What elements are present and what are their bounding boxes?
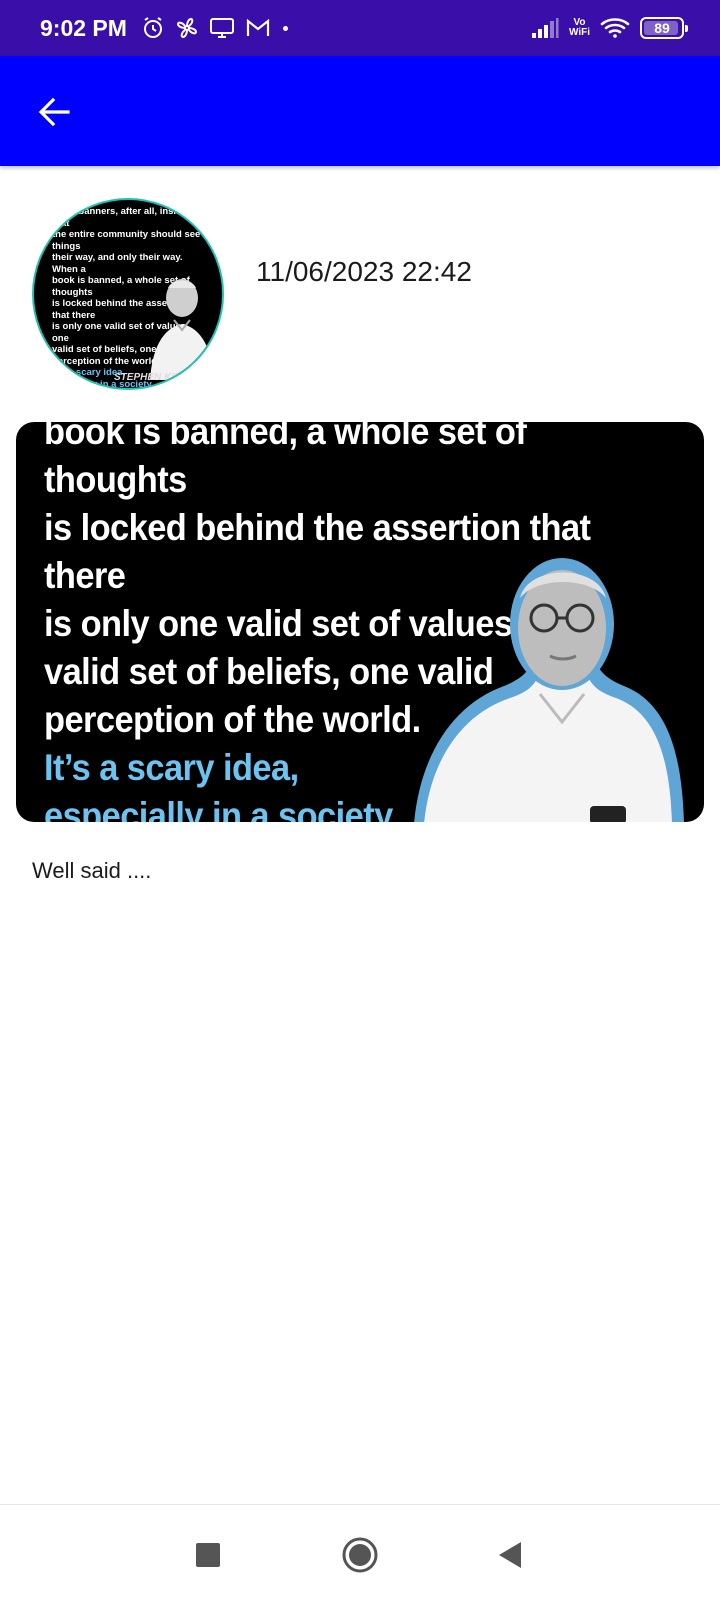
gmail-icon <box>246 18 270 36</box>
system-icons: Vo WiFi 89 <box>531 17 688 39</box>
vowifi-bottom: WiFi <box>568 27 590 38</box>
post-caption: Well said .... <box>32 858 152 883</box>
wifi-icon <box>600 18 630 38</box>
alarm-icon <box>143 17 162 38</box>
home-button[interactable] <box>338 1533 382 1577</box>
recents-button[interactable] <box>186 1533 230 1577</box>
status-time: 9:02 PM <box>40 14 127 41</box>
app-bar <box>0 56 720 166</box>
post-image[interactable]: book is banned, a whole set of thoughts i… <box>16 422 704 822</box>
square-icon <box>196 1543 220 1567</box>
fan-icon <box>176 17 197 39</box>
battery-indicator: 89 <box>640 17 688 39</box>
post-date: 11/06/2023 22:42 <box>256 256 472 287</box>
notification-icons <box>141 16 271 40</box>
avatar-signature: STEPHEN KING <box>114 372 190 383</box>
avatar-quote-line: the entire community should see things <box>52 229 201 252</box>
signal-icon <box>531 18 559 38</box>
system-back-button[interactable] <box>488 1533 532 1577</box>
back-button[interactable] <box>30 88 78 136</box>
triangle-back-icon <box>499 1542 521 1568</box>
portrait-image <box>414 558 684 822</box>
battery-level: 89 <box>654 20 670 36</box>
arrow-back-icon <box>38 97 70 127</box>
monitor-icon <box>209 18 234 38</box>
navigation-bar <box>0 1504 720 1600</box>
image-quote-line: book is banned, a whole set of thoughts <box>44 422 527 500</box>
status-bar: 9:02 PM Vo WiFi 89 <box>0 0 720 56</box>
avatar-portrait <box>150 279 214 380</box>
battery-tip <box>685 25 688 32</box>
circle-icon <box>342 1537 378 1573</box>
vowifi-indicator: Vo WiFi <box>569 18 590 38</box>
avatar-quote-line: Book banners, after all, insist that <box>52 206 185 229</box>
avatar[interactable]: Book banners, after all, insist that the … <box>32 198 224 390</box>
notification-dot <box>282 25 288 31</box>
